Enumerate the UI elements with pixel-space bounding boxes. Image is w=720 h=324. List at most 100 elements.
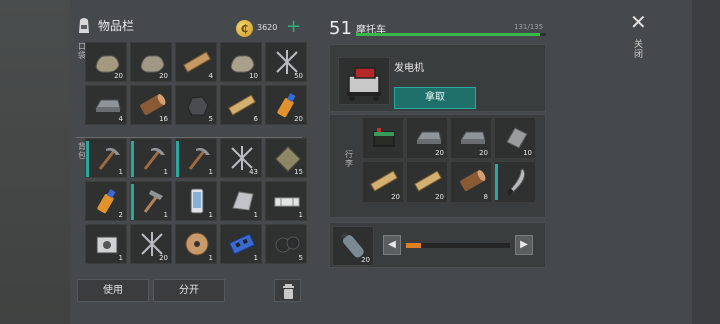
- use-button[interactable]: 使用: [77, 279, 149, 302]
- backpack-slot[interactable]: 1: [220, 181, 262, 221]
- pocket-slot[interactable]: 20: [265, 85, 307, 125]
- backpack-grid: 1 1 1 43 15 2 1 1 1 1 1 20 1 1 5: [85, 138, 307, 264]
- storage-slot[interactable]: 20: [450, 117, 492, 159]
- item-count: 5: [208, 115, 213, 123]
- inventory-header: 物品栏: [76, 16, 134, 34]
- split-button[interactable]: 分开: [153, 279, 225, 302]
- item-count: 1: [298, 211, 303, 219]
- rubber-parts-icon: [275, 236, 300, 253]
- storage-slot[interactable]: 20: [362, 161, 404, 203]
- wire-spool-icon: [185, 232, 209, 256]
- coin-icon: ₵: [236, 20, 253, 37]
- pocket-slot[interactable]: 20: [85, 42, 127, 82]
- storage-slot[interactable]: 8: [450, 161, 492, 203]
- fuel-decrease-button[interactable]: ◀: [383, 235, 401, 255]
- pocket-slot[interactable]: 10: [220, 42, 262, 82]
- storage-slot[interactable]: [494, 161, 536, 203]
- item-count: 1: [253, 211, 258, 219]
- right-background: [692, 0, 720, 324]
- fuel-slot[interactable]: 20: [332, 226, 374, 266]
- pickaxe-icon: [143, 147, 165, 170]
- machete-icon: [506, 168, 526, 196]
- battery-icon: [373, 128, 395, 147]
- circuit-board-icon: [228, 233, 256, 255]
- fuel-count: 20: [361, 256, 370, 264]
- pocket-slot[interactable]: 16: [130, 85, 172, 125]
- backpack-slot[interactable]: 1: [175, 138, 217, 178]
- generator-slot[interactable]: [338, 57, 390, 105]
- wood-board-icon: [414, 170, 442, 192]
- item-count: 6: [253, 115, 258, 123]
- storage-slot[interactable]: 20: [406, 117, 448, 159]
- backpack-slot[interactable]: 15: [265, 138, 307, 178]
- item-count: 4: [208, 72, 213, 80]
- wood-plank-icon: [183, 51, 211, 73]
- backpack-slot[interactable]: 1: [85, 138, 127, 178]
- item-count: 20: [479, 149, 488, 157]
- backpack-slot[interactable]: 20: [130, 224, 172, 264]
- pickaxe-icon: [188, 147, 210, 170]
- pocket-slot[interactable]: 4: [175, 42, 217, 82]
- metal-ingot-icon: [95, 99, 121, 112]
- storage-slot[interactable]: 10: [494, 117, 536, 159]
- item-count: 20: [159, 254, 168, 262]
- backpack-slot[interactable]: 1: [220, 224, 262, 264]
- item-count: 4: [118, 115, 123, 123]
- item-count: 15: [294, 168, 303, 176]
- item-count: 1: [253, 254, 258, 262]
- storage-slot[interactable]: 20: [406, 161, 448, 203]
- storage-slot[interactable]: [362, 117, 404, 159]
- pickaxe-icon: [98, 147, 120, 170]
- pocket-slot[interactable]: 4: [85, 85, 127, 125]
- add-coins-button[interactable]: +: [286, 18, 301, 36]
- item-count: 20: [435, 193, 444, 201]
- item-count: 1: [208, 254, 213, 262]
- backpack-slot[interactable]: 5: [265, 224, 307, 264]
- item-count: 2: [118, 211, 123, 219]
- item-count: 20: [294, 115, 303, 123]
- item-count: 16: [159, 115, 168, 123]
- tape-icon: [274, 197, 300, 207]
- item-count: 20: [159, 72, 168, 80]
- backpack-slot[interactable]: 1: [85, 224, 127, 264]
- item-count: 1: [208, 211, 213, 219]
- pocket-slot[interactable]: 5: [175, 85, 217, 125]
- item-count: 1: [163, 211, 168, 219]
- pocket-slot[interactable]: 20: [130, 42, 172, 82]
- pocket-slot[interactable]: 50: [265, 42, 307, 82]
- close-icon[interactable]: ✕: [630, 12, 647, 32]
- item-count: 5: [298, 254, 303, 262]
- backpack-slot[interactable]: 43: [220, 138, 262, 178]
- pocket-slot[interactable]: 6: [220, 85, 262, 125]
- storage-label: 行李: [345, 150, 353, 168]
- item-count: 8: [483, 193, 488, 201]
- metal-sheet-icon: [232, 191, 254, 211]
- take-button[interactable]: 拿取: [394, 87, 476, 109]
- metal-ingot-icon: [460, 131, 486, 144]
- fuel-slider[interactable]: [406, 243, 510, 248]
- wood-board-icon: [228, 94, 256, 116]
- fuel-fill: [406, 243, 421, 248]
- backpack-slot[interactable]: 1: [265, 181, 307, 221]
- close-label[interactable]: 关闭: [634, 40, 644, 60]
- discard-button[interactable]: [274, 279, 301, 302]
- item-count: 43: [249, 168, 258, 176]
- item-count: 1: [118, 168, 123, 176]
- metal-plate-icon: [506, 127, 528, 149]
- vehicle-level: 51: [329, 18, 352, 39]
- fuel-increase-button[interactable]: ▶: [515, 235, 533, 255]
- backpack-slot[interactable]: 1: [175, 181, 217, 221]
- item-count: 1: [118, 254, 123, 262]
- storage-grid: 20 20 10 20 20 8: [362, 117, 536, 203]
- generator-icon: [347, 67, 381, 101]
- backpack-slot[interactable]: 1: [130, 138, 172, 178]
- log-icon: [460, 170, 486, 191]
- durability-bar: [356, 33, 546, 36]
- backpack-slot[interactable]: 1: [175, 224, 217, 264]
- glue-icon: [97, 189, 116, 214]
- generator-name: 发电机: [394, 63, 424, 74]
- trash-icon: [283, 284, 294, 299]
- backpack-slot[interactable]: 1: [130, 181, 172, 221]
- engine-part-icon: [96, 236, 118, 254]
- backpack-slot[interactable]: 2: [85, 181, 127, 221]
